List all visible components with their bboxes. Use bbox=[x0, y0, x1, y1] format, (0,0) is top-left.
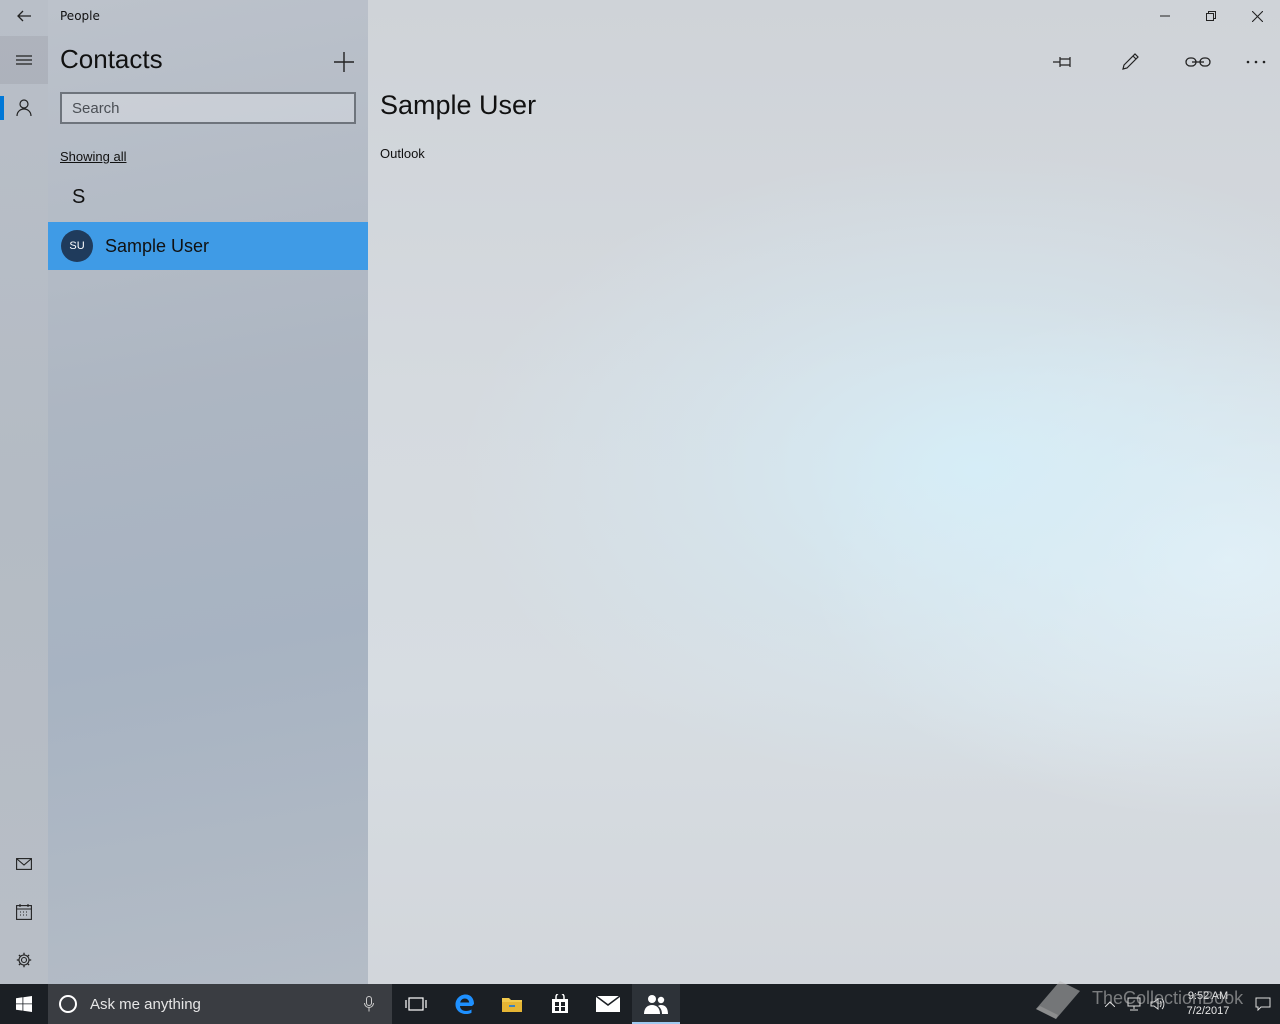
minimize-button[interactable] bbox=[1142, 0, 1188, 32]
mail-icon bbox=[16, 858, 32, 870]
taskbar: Ask me anything 9:52 AM 7/2/2017 bbox=[0, 984, 1280, 1024]
rail-item-mail[interactable] bbox=[0, 840, 48, 888]
pin-button[interactable] bbox=[1043, 42, 1083, 82]
contacts-list-pane bbox=[48, 0, 368, 984]
store-taskbar-button[interactable] bbox=[536, 984, 584, 1024]
contact-source: Outlook bbox=[380, 146, 425, 161]
task-view-button[interactable] bbox=[392, 984, 440, 1024]
navigation-rail bbox=[0, 0, 48, 984]
store-icon bbox=[552, 994, 568, 1013]
edge-icon bbox=[455, 994, 474, 1014]
back-button[interactable] bbox=[0, 0, 48, 32]
restore-icon bbox=[1206, 11, 1216, 21]
cortana-icon bbox=[59, 995, 77, 1013]
close-button[interactable] bbox=[1234, 0, 1280, 32]
mail-icon bbox=[596, 996, 620, 1012]
gear-icon bbox=[16, 952, 32, 968]
mail-taskbar-button[interactable] bbox=[584, 984, 632, 1024]
back-arrow-icon bbox=[17, 10, 31, 22]
edit-button[interactable] bbox=[1110, 42, 1150, 82]
add-contact-button[interactable] bbox=[326, 44, 362, 80]
pin-icon bbox=[1053, 57, 1071, 67]
contact-detail-name: Sample User bbox=[380, 90, 537, 120]
contact-list-item[interactable]: SU Sample User bbox=[48, 222, 368, 270]
notification-icon bbox=[1255, 997, 1271, 1011]
taskbar-search-box[interactable]: Ask me anything bbox=[48, 984, 392, 1024]
calendar-icon bbox=[16, 904, 32, 920]
microphone-icon[interactable] bbox=[364, 996, 374, 1012]
search-input[interactable] bbox=[60, 92, 356, 124]
start-button[interactable] bbox=[0, 984, 48, 1024]
group-header-letter[interactable]: S bbox=[72, 186, 85, 209]
link-icon bbox=[1185, 57, 1211, 67]
close-icon bbox=[1251, 10, 1263, 22]
plus-icon bbox=[334, 52, 354, 72]
people-icon bbox=[644, 995, 668, 1014]
hamburger-icon bbox=[16, 55, 32, 65]
avatar: SU bbox=[61, 230, 93, 262]
task-view-icon bbox=[405, 997, 427, 1011]
edge-taskbar-button[interactable] bbox=[440, 984, 488, 1024]
link-button[interactable] bbox=[1178, 42, 1218, 82]
contact-name: Sample User bbox=[105, 235, 210, 256]
page-title: Contacts bbox=[60, 44, 163, 74]
hamburger-menu-button[interactable] bbox=[0, 36, 48, 84]
rail-item-calendar[interactable] bbox=[0, 888, 48, 936]
contact-detail-pane bbox=[368, 0, 1280, 984]
taskbar-search-placeholder: Ask me anything bbox=[90, 995, 201, 1013]
action-center-button[interactable] bbox=[1246, 984, 1280, 1024]
watermark-book-icon bbox=[1036, 981, 1080, 1019]
rail-item-settings[interactable] bbox=[0, 936, 48, 984]
windows-logo-icon bbox=[16, 996, 32, 1012]
watermark-text: TheCollectionBook bbox=[1092, 988, 1244, 1008]
minimize-icon bbox=[1160, 15, 1170, 17]
person-icon bbox=[16, 99, 32, 117]
people-taskbar-button[interactable] bbox=[632, 984, 680, 1024]
filter-link[interactable]: Showing all bbox=[60, 149, 127, 164]
edit-icon bbox=[1122, 53, 1139, 70]
file-explorer-icon bbox=[502, 998, 522, 1012]
restore-button[interactable] bbox=[1188, 0, 1234, 32]
more-icon bbox=[1246, 60, 1266, 64]
more-button[interactable] bbox=[1236, 42, 1276, 82]
rail-item-contacts[interactable] bbox=[0, 84, 48, 132]
file-explorer-taskbar-button[interactable] bbox=[488, 984, 536, 1024]
app-title: People bbox=[60, 9, 100, 23]
